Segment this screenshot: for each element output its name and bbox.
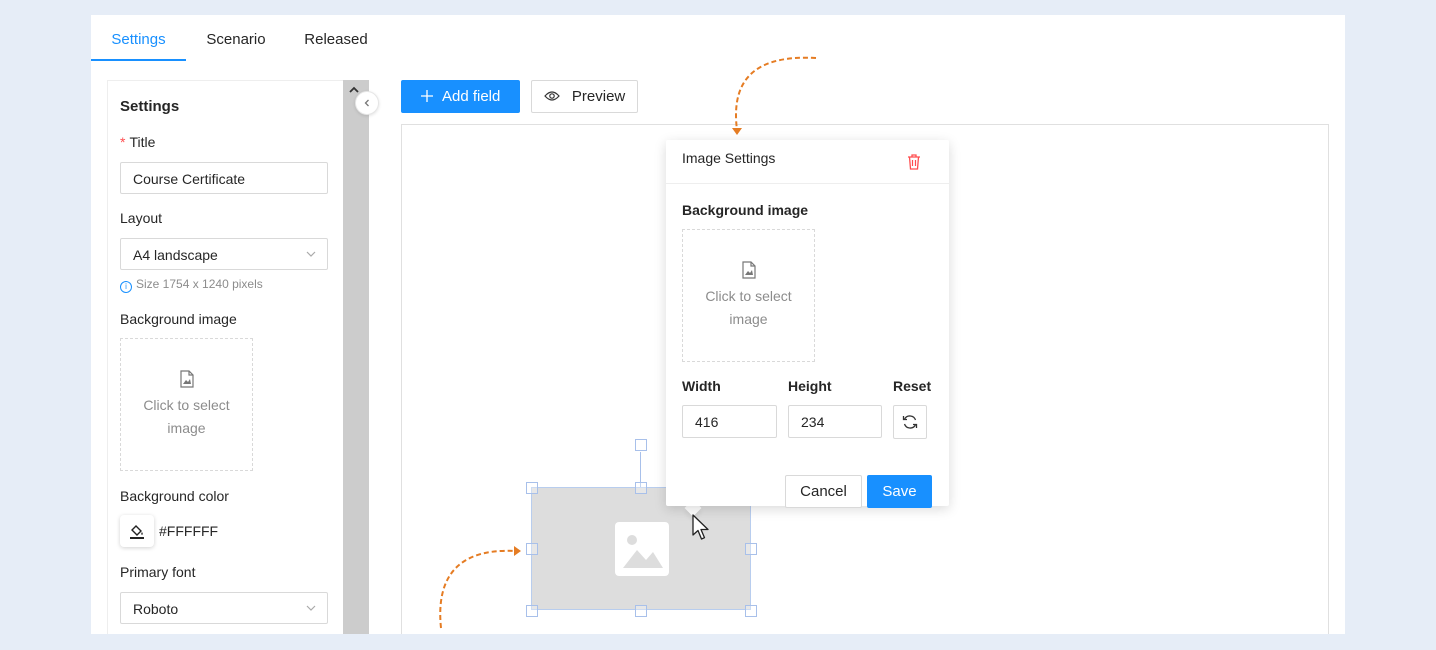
primary-font-select[interactable]: Roboto bbox=[120, 592, 328, 624]
resize-handle-left[interactable] bbox=[526, 543, 538, 555]
plus-icon bbox=[420, 88, 442, 105]
collapse-panel-button[interactable] bbox=[355, 91, 379, 115]
settings-panel: Settings * Title Course Certificate Layou… bbox=[107, 80, 344, 634]
file-image-icon bbox=[179, 370, 195, 388]
chevron-down-icon bbox=[305, 239, 317, 283]
rotate-handle[interactable] bbox=[635, 439, 647, 451]
add-field-button[interactable]: Add field bbox=[401, 80, 520, 113]
tab-settings[interactable]: Settings bbox=[91, 15, 186, 61]
resize-handle-bottom-right[interactable] bbox=[745, 605, 757, 617]
resize-handle-top[interactable] bbox=[635, 482, 647, 494]
chevron-down-icon bbox=[305, 593, 317, 634]
title-label-text: Title bbox=[129, 134, 156, 150]
layout-select[interactable]: A4 landscape bbox=[120, 238, 328, 270]
tab-scenario[interactable]: Scenario bbox=[193, 15, 279, 61]
panel-heading: Settings bbox=[120, 98, 180, 115]
popup-title: Image Settings bbox=[682, 150, 776, 166]
file-image-icon bbox=[741, 261, 757, 279]
popup-bg-image-label: Background image bbox=[682, 202, 809, 218]
layout-size-hint: i Size 1754 x 1240 pixels bbox=[120, 277, 263, 293]
bg-color-label: Background color bbox=[120, 488, 229, 504]
preview-button[interactable]: Preview bbox=[531, 80, 638, 113]
title-input[interactable]: Course Certificate bbox=[120, 162, 328, 194]
resize-handle-bottom-left[interactable] bbox=[526, 605, 538, 617]
resize-handle-bottom[interactable] bbox=[635, 605, 647, 617]
popup-image-placeholder: Click to select image bbox=[705, 288, 792, 327]
resize-handle-top-left[interactable] bbox=[526, 482, 538, 494]
resize-handle-right[interactable] bbox=[745, 543, 757, 555]
tab-released[interactable]: Released bbox=[293, 15, 379, 61]
popup-divider bbox=[666, 183, 949, 184]
app-window: Settings Scenario Released Settings * Tit… bbox=[91, 15, 1345, 634]
add-field-label: Add field bbox=[441, 88, 501, 105]
title-field-label: * Title bbox=[120, 134, 155, 150]
image-settings-popup: Image Settings Background image Click to… bbox=[666, 140, 949, 508]
preview-label: Preview bbox=[571, 88, 626, 105]
height-input[interactable]: 234 bbox=[788, 405, 882, 438]
reset-label: Reset bbox=[893, 378, 932, 394]
image-icon bbox=[615, 522, 669, 576]
eye-icon bbox=[543, 88, 572, 105]
layout-hint-text: Size 1754 x 1240 pixels bbox=[136, 277, 263, 291]
color-picker-button[interactable] bbox=[120, 515, 154, 547]
active-tab-indicator bbox=[91, 59, 186, 61]
mouse-cursor-icon bbox=[692, 514, 712, 549]
bg-image-label: Background image bbox=[120, 311, 237, 327]
layout-label: Layout bbox=[120, 210, 163, 226]
required-mark: * bbox=[120, 134, 126, 150]
tab-bar: Settings Scenario Released bbox=[91, 15, 1345, 61]
cancel-button[interactable]: Cancel bbox=[785, 475, 862, 508]
trash-icon[interactable] bbox=[907, 154, 921, 175]
bg-color-value: #FFFFFF bbox=[159, 523, 219, 539]
popup-image-uploader[interactable]: Click to select image bbox=[682, 229, 815, 362]
primary-font-value: Roboto bbox=[133, 601, 179, 617]
bg-image-placeholder: Click to select image bbox=[143, 397, 230, 436]
reset-button[interactable] bbox=[893, 405, 927, 439]
width-input[interactable]: 416 bbox=[682, 405, 777, 438]
panel-scrollbar[interactable] bbox=[343, 80, 369, 634]
layout-select-value: A4 landscape bbox=[133, 247, 218, 263]
height-label: Height bbox=[788, 378, 832, 394]
info-icon: i bbox=[120, 281, 132, 293]
bg-image-uploader[interactable]: Click to select image bbox=[120, 338, 253, 471]
primary-font-label: Primary font bbox=[120, 564, 196, 580]
save-button[interactable]: Save bbox=[867, 475, 932, 508]
width-label: Width bbox=[682, 378, 721, 394]
chevron-left-icon bbox=[362, 95, 372, 110]
